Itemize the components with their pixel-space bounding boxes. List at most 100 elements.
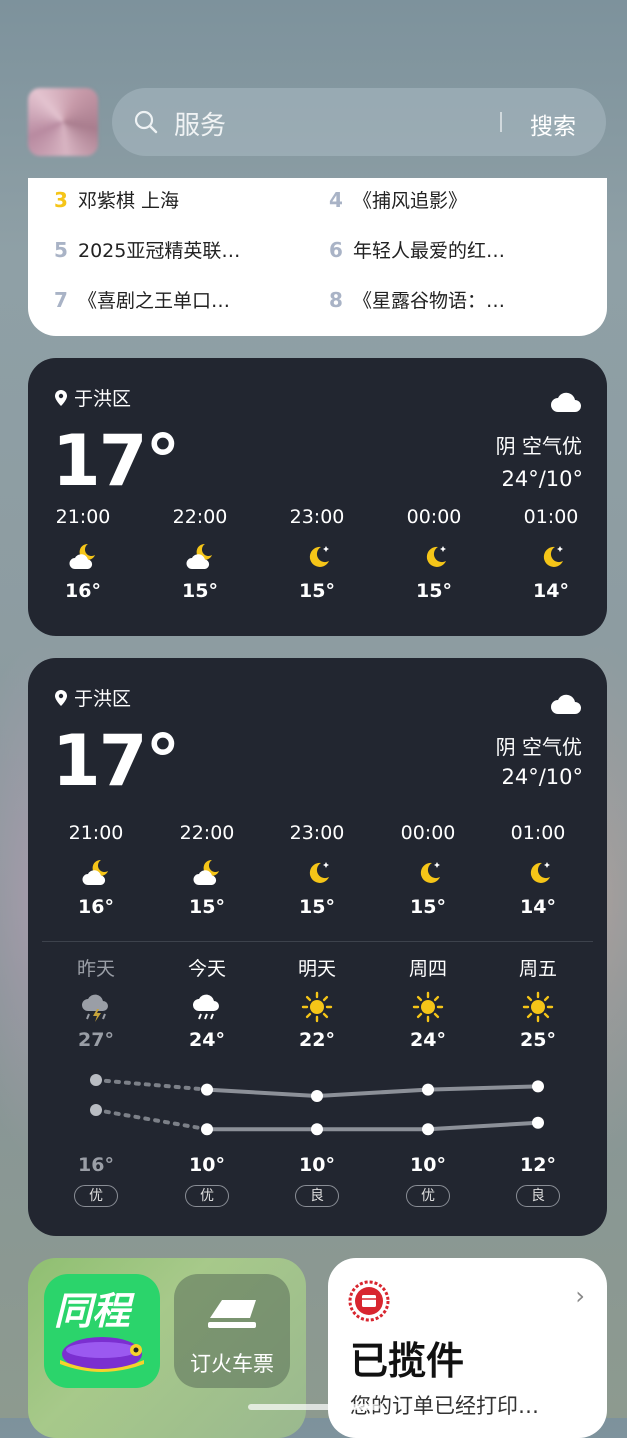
moon-icon xyxy=(523,858,553,888)
hot-rank: 5 xyxy=(54,238,68,262)
location-text: 于洪区 xyxy=(74,388,132,410)
hot-list-item[interactable]: 3 邓紫棋 上海 xyxy=(54,186,179,213)
hour-time: 23:00 xyxy=(289,506,345,528)
hour-temperature: 15° xyxy=(182,580,218,602)
temperature-range: 24°/10° xyxy=(501,467,583,491)
hot-title: 《捕风追影》 xyxy=(353,190,468,212)
hour-time: 21:00 xyxy=(55,506,111,528)
low-temp-segment xyxy=(426,1120,540,1132)
express-status: 已揽件 xyxy=(350,1339,465,1383)
hot-list-card: 3 邓紫棋 上海 4 《捕风追影》 5 2025亚冠精英联… 6 年轻人最爱的红… 7 《喜剧之王… xyxy=(28,178,607,336)
hour-temperature: 15° xyxy=(416,580,452,602)
hourly-forecast: 23:00 15° xyxy=(272,506,362,602)
hourly-forecast: 01:00 14° xyxy=(506,506,596,602)
day-name: 明天 xyxy=(297,958,336,980)
day-high: 24° xyxy=(189,1029,225,1051)
divider xyxy=(42,941,593,942)
daily-forecast: 今天 24° xyxy=(162,954,252,1051)
hot-rank: 6 xyxy=(329,238,343,262)
sun-icon xyxy=(411,991,445,1023)
hot-title: 邓紫棋 上海 xyxy=(78,190,180,212)
express-card[interactable]: › 已揽件 您的订单已经打印… xyxy=(328,1258,607,1438)
search-button[interactable]: 搜索 xyxy=(530,107,576,141)
hourly-forecast: 21:00 16° xyxy=(51,822,141,918)
low-temp-point xyxy=(201,1123,213,1136)
train-ticket-label: 订火车票 xyxy=(190,1352,274,1376)
aqi-badge: 良 xyxy=(516,1185,560,1207)
hourly-forecast: 00:00 15° xyxy=(383,822,473,918)
moon-icon xyxy=(302,542,332,572)
hour-time: 21:00 xyxy=(68,822,124,844)
cloud-moon-icon xyxy=(81,858,111,888)
temperature-range: 24°/10° xyxy=(501,765,583,789)
hot-rank: 4 xyxy=(329,188,343,212)
train-ticket-app[interactable]: 订火车票 xyxy=(174,1274,290,1388)
hot-list-item[interactable]: 8 《星露谷物语：… xyxy=(329,286,505,313)
aqi-badge: 优 xyxy=(185,1185,229,1207)
hot-list-item[interactable]: 4 《捕风追影》 xyxy=(329,186,467,213)
location-pin-icon xyxy=(55,690,67,706)
hour-temperature: 16° xyxy=(78,896,114,918)
high-temp-point xyxy=(201,1083,213,1096)
weather-widget-small[interactable]: 于洪区 17° 阴 空气优 24°/10° 21:00 16° 22:00 15° 23… xyxy=(28,358,607,636)
express-logo-icon xyxy=(348,1280,390,1322)
day-name: 周四 xyxy=(408,958,447,980)
location-label: 于洪区 xyxy=(54,384,131,411)
hourly-forecast: 01:00 14° xyxy=(493,822,583,918)
hot-list-item[interactable]: 7 《喜剧之王单口… xyxy=(54,286,230,313)
location-text: 于洪区 xyxy=(74,688,132,710)
current-temperature: 17° xyxy=(52,420,180,502)
day-low: 10° xyxy=(189,1154,225,1176)
airship-icon xyxy=(60,1337,144,1372)
hourly-forecast: 22:00 15° xyxy=(155,506,245,602)
weather-widget-large[interactable]: 于洪区 17° 阴 空气优 24°/10° 21:00 16° 22:00 15° 23… xyxy=(28,658,607,1236)
hour-temperature: 15° xyxy=(299,580,335,602)
high-temp-point xyxy=(422,1083,434,1096)
hour-time: 01:00 xyxy=(523,506,579,528)
rain-icon xyxy=(190,991,224,1023)
sun-icon xyxy=(521,991,555,1023)
hot-title: 《星露谷物语：… xyxy=(353,290,506,312)
day-low: 10° xyxy=(299,1154,335,1176)
aqi-badge: 良 xyxy=(295,1185,339,1207)
search-bar[interactable]: 服务 搜索 xyxy=(112,88,606,156)
thunderstorm-icon xyxy=(79,991,113,1023)
cloud-moon-icon xyxy=(185,542,215,572)
hot-title: 《喜剧之王单口… xyxy=(78,290,231,312)
hour-temperature: 15° xyxy=(189,896,225,918)
hot-list-item[interactable]: 5 2025亚冠精英联… xyxy=(54,236,240,263)
hot-list-item[interactable]: 6 年轻人最爱的红… xyxy=(329,236,505,263)
high-temp-point xyxy=(532,1080,544,1093)
hour-time: 23:00 xyxy=(289,822,345,844)
location-pin-icon xyxy=(55,390,67,406)
chevron-right-icon[interactable]: › xyxy=(575,1282,585,1310)
search-input[interactable]: 服务 xyxy=(174,105,226,142)
day-name: 昨天 xyxy=(76,958,115,980)
moon-icon xyxy=(536,542,566,572)
high-temp-segment xyxy=(315,1087,430,1098)
hourly-forecast: 21:00 16° xyxy=(38,506,128,602)
hourly-forecast: 00:00 15° xyxy=(389,506,479,602)
daily-forecast: 昨天 27° xyxy=(51,954,141,1051)
hour-time: 22:00 xyxy=(179,822,235,844)
tongcheng-app[interactable]: 同程 xyxy=(44,1274,160,1388)
cloud-moon-icon xyxy=(192,858,222,888)
search-divider xyxy=(500,112,502,132)
current-temperature: 17° xyxy=(52,720,180,802)
hot-rank: 7 xyxy=(54,288,68,312)
cloud-icon xyxy=(551,392,581,412)
hot-title: 2025亚冠精英联… xyxy=(78,240,241,262)
daily-forecast: 明天 22° xyxy=(272,954,362,1051)
low-temp-segment xyxy=(94,1108,209,1132)
day-high: 24° xyxy=(410,1029,446,1051)
home-indicator[interactable] xyxy=(248,1404,380,1410)
condition-text: 阴 空气优 xyxy=(495,434,582,458)
condition-text: 阴 空气优 xyxy=(495,735,582,759)
moon-icon xyxy=(302,858,332,888)
aqi-badge: 优 xyxy=(74,1185,118,1207)
hour-temperature: 14° xyxy=(520,896,556,918)
search-icon xyxy=(134,110,158,134)
hour-temperature: 15° xyxy=(299,896,335,918)
app-shortcut-card: 同程 订火车票 xyxy=(28,1258,306,1438)
avatar[interactable] xyxy=(28,88,98,156)
